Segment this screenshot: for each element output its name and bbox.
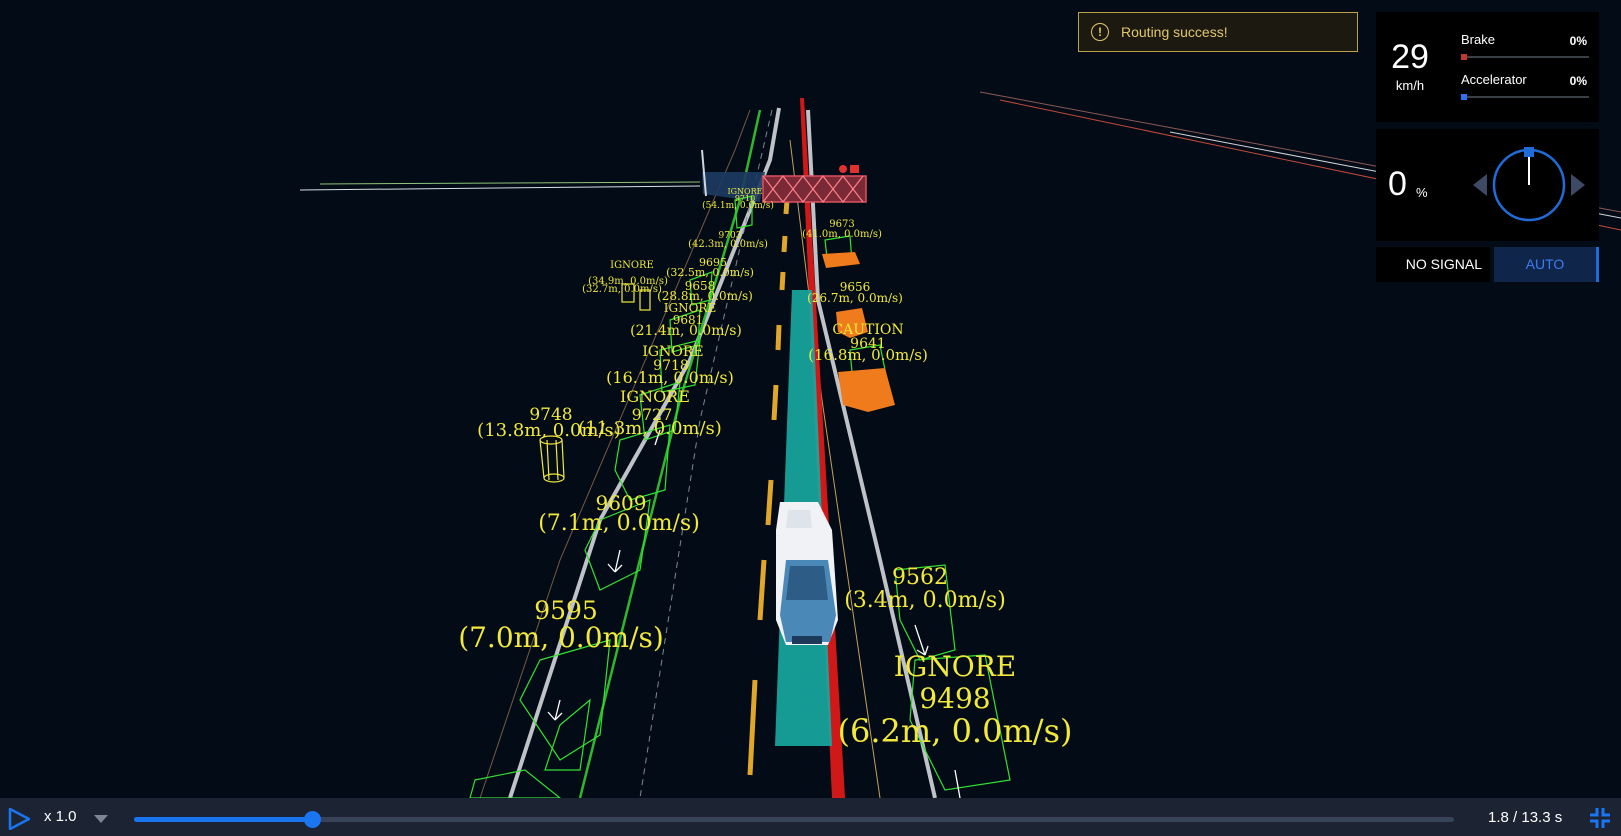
signal-mode-row: NO SIGNAL AUTO <box>1376 247 1599 282</box>
speed-panel: 29 km/h Brake 0% Accelerator 0% <box>1376 12 1599 122</box>
steer-right-arrow-icon <box>1571 174 1585 196</box>
obstacle-9727-tag: IGNORE <box>620 387 690 406</box>
chevron-down-icon[interactable] <box>94 815 108 823</box>
obstacle-9695-info: (32.5m, 0.0m/s) <box>666 266 754 279</box>
obstacle-9609-info: (7.1m, 0.0m/s) <box>538 511 700 536</box>
steering-value: 0 <box>1388 165 1407 203</box>
accelerator-meter <box>1461 94 1589 100</box>
brake-meter <box>1461 54 1589 60</box>
warning-circle-icon: ! <box>1091 23 1109 41</box>
obstacle-9673-info: (41.0m, 0.0m/s) <box>802 229 882 240</box>
steering-unit: % <box>1416 185 1428 200</box>
obstacle-9681-info: (21.4m, 0.0m/s) <box>630 323 742 339</box>
traffic-signal-status: NO SIGNAL <box>1376 247 1490 282</box>
accelerator-label: Accelerator <box>1461 72 1527 87</box>
play-icon[interactable] <box>8 808 30 830</box>
playback-progress-fill <box>134 817 313 822</box>
obstacle-9710-info: (54.1m, 0.0m/s) <box>702 200 774 211</box>
obstacle-9656-info: (26.7m, 0.0m/s) <box>807 291 903 305</box>
playback-bar: x 1.0 1.8 / 13.3 s <box>0 798 1621 836</box>
playback-progress-handle[interactable] <box>304 811 322 828</box>
brake-label: Brake <box>1461 32 1495 47</box>
obstacle-9562-info: (3.4m, 0.0m/s) <box>844 588 1006 613</box>
playback-time: 1.8 / 13.3 s <box>1488 809 1563 826</box>
toast-message: Routing success! <box>1121 24 1228 40</box>
obstacle-9703-info: (42.3m, 0.0m/s) <box>688 239 768 250</box>
ego-vehicle <box>776 502 838 645</box>
obstacle-9562-id: 9562 <box>892 565 948 590</box>
obstacle-9498-tag: IGNORE <box>894 650 1016 683</box>
steering-indicator <box>1473 147 1585 222</box>
steer-left-arrow-icon <box>1473 174 1487 196</box>
brake-percent: 0% <box>1569 34 1587 48</box>
obstacle-9498-id: 9498 <box>919 682 990 715</box>
playback-rate: x 1.0 <box>44 808 77 825</box>
obstacle-9498-info: (6.2m, 0.0m/s) <box>838 712 1073 750</box>
obstacle-cluster-info-2: (32.7m, 0.0m/s) <box>582 284 662 295</box>
obstacle-9748-info: (13.8m, 0.0m/s) <box>477 420 621 441</box>
obstacle-9595-info: (7.0m, 0.0m/s) <box>458 621 664 654</box>
routing-toast: ! Routing success! <box>1078 12 1358 52</box>
accelerator-meter-fill <box>1461 94 1467 100</box>
obstacle-labels: IGNORE 9710 (54.1m, 0.0m/s) 9703 (42.3m,… <box>458 187 1072 750</box>
brake-meter-fill <box>1461 54 1467 60</box>
exit-fullscreen-icon[interactable] <box>1588 806 1612 830</box>
obstacle-9718-info: (16.1m, 0.0m/s) <box>606 368 734 387</box>
driving-mode-button[interactable]: AUTO <box>1494 247 1599 282</box>
playback-progress-slider[interactable] <box>134 811 1454 828</box>
speed-unit: km/h <box>1395 78 1425 93</box>
accelerator-percent: 0% <box>1569 74 1587 88</box>
obstacle-9641-info: (16.8m, 0.0m/s) <box>808 346 928 364</box>
steering-panel: 0 % <box>1376 129 1599 241</box>
speed-value: 29 <box>1391 38 1429 76</box>
obstacle-cluster-tag: IGNORE <box>610 260 654 271</box>
